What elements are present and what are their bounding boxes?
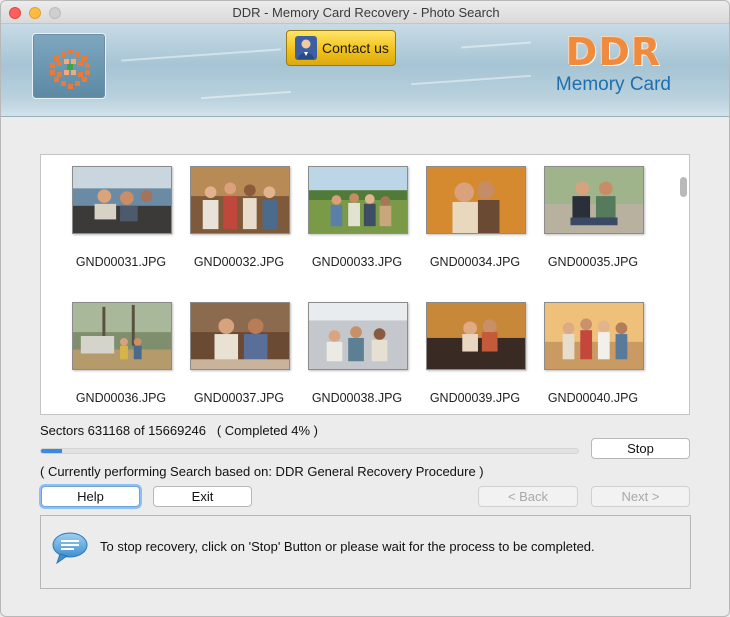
- photo-filename: GND00037.JPG: [193, 391, 285, 405]
- help-button[interactable]: Help: [41, 486, 140, 507]
- stop-button[interactable]: Stop: [591, 438, 690, 459]
- speech-bubble-icon: [52, 532, 88, 564]
- photo-filename: GND00031.JPG: [75, 255, 167, 269]
- title-bar: DDR - Memory Card Recovery - Photo Searc…: [1, 1, 729, 24]
- photo-filename: GND00036.JPG: [75, 391, 167, 405]
- app-logo-icon: [32, 33, 106, 99]
- brand-title: DDR: [565, 30, 662, 74]
- photo-filename: GND00038.JPG: [311, 391, 403, 405]
- back-button[interactable]: < Back: [478, 486, 578, 507]
- contact-us-button[interactable]: Contact us: [286, 30, 396, 66]
- header-banner: Contact us DDR Memory Card: [1, 24, 729, 117]
- contact-us-label: Contact us: [322, 40, 389, 56]
- photo-filename: GND00032.JPG: [193, 255, 285, 269]
- photo-thumbnail[interactable]: [544, 302, 644, 370]
- photo-thumbnail[interactable]: [308, 166, 408, 234]
- info-message-text: To stop recovery, click on 'Stop' Button…: [100, 539, 595, 554]
- photo-thumbnail[interactable]: [426, 166, 526, 234]
- exit-button[interactable]: Exit: [153, 486, 252, 507]
- photo-thumbnail[interactable]: [426, 302, 526, 370]
- photo-thumbnail[interactable]: [72, 302, 172, 370]
- progress-fill: [41, 449, 63, 453]
- photo-filename: GND00033.JPG: [311, 255, 403, 269]
- gallery-scrollbar[interactable]: [680, 177, 687, 197]
- photo-thumbnail[interactable]: [308, 302, 408, 370]
- sectors-progress-text: Sectors 631168 of 15669246 ( Completed 4…: [40, 423, 318, 438]
- brand-subtitle: Memory Card: [555, 74, 671, 95]
- photo-thumbnail[interactable]: [72, 166, 172, 234]
- next-button[interactable]: Next >: [591, 486, 690, 507]
- recovery-progress-bar: [40, 448, 579, 454]
- photo-gallery[interactable]: GND00031.JPG GND00032.JPG GND00033.JPG G…: [40, 154, 690, 415]
- photo-filename: GND00035.JPG: [547, 255, 639, 269]
- info-message-box: To stop recovery, click on 'Stop' Button…: [40, 515, 691, 589]
- search-status-text: ( Currently performing Search based on: …: [40, 464, 484, 479]
- app-window: DDR - Memory Card Recovery - Photo Searc…: [0, 0, 730, 617]
- photo-filename: GND00040.JPG: [547, 391, 639, 405]
- photo-thumbnail[interactable]: [190, 166, 290, 234]
- photo-filename: GND00039.JPG: [429, 391, 521, 405]
- window-title: DDR - Memory Card Recovery - Photo Searc…: [232, 5, 500, 20]
- photo-thumbnail[interactable]: [544, 166, 644, 234]
- brand-logo: DDR Memory Card: [556, 32, 671, 96]
- person-icon: [295, 36, 317, 60]
- photo-thumbnail[interactable]: [190, 302, 290, 370]
- photo-filename: GND00034.JPG: [429, 255, 521, 269]
